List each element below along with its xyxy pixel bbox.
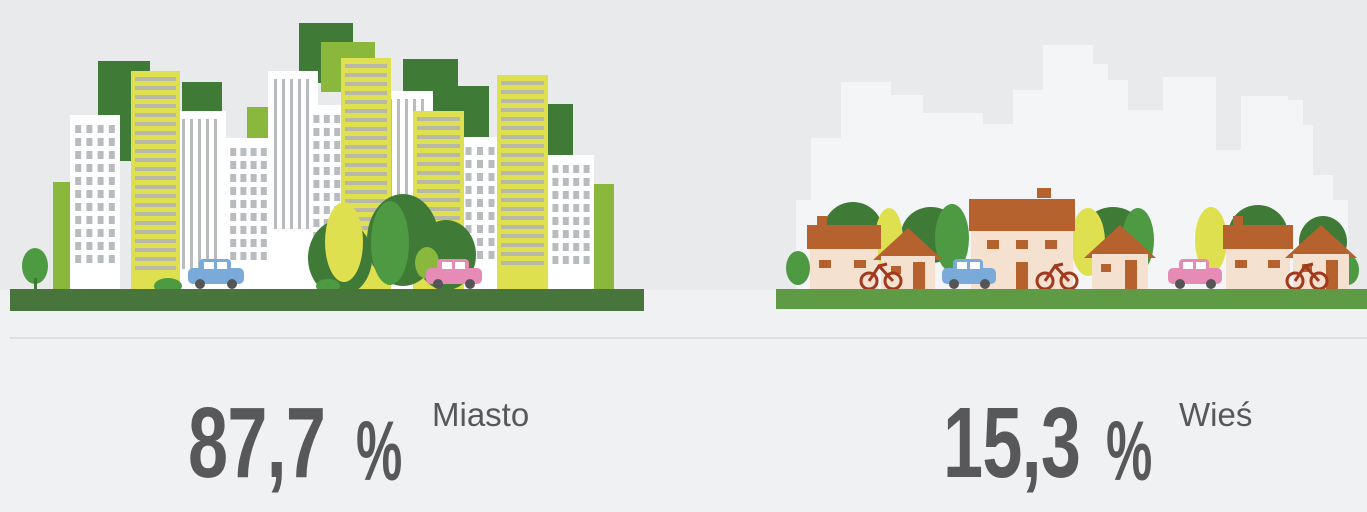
village-percent-sign: % [1106,404,1153,498]
city-label: Miasto [432,396,530,433]
village-label: Wieś [1179,396,1253,433]
city-ground [10,289,644,311]
village-illustration [776,45,1367,309]
city-stat: 87,7 % Miasto [188,388,548,498]
divider [10,337,1367,339]
city-percentage-value: 87,7 [188,387,326,499]
village-stat: 15,3 % Wieś [943,388,1283,498]
village-percentage-value: 15,3 [943,387,1081,499]
city-illustration [10,23,644,311]
village-house-5 [1223,216,1293,289]
city-percent-sign: % [356,404,403,498]
village-ground [776,289,1367,309]
